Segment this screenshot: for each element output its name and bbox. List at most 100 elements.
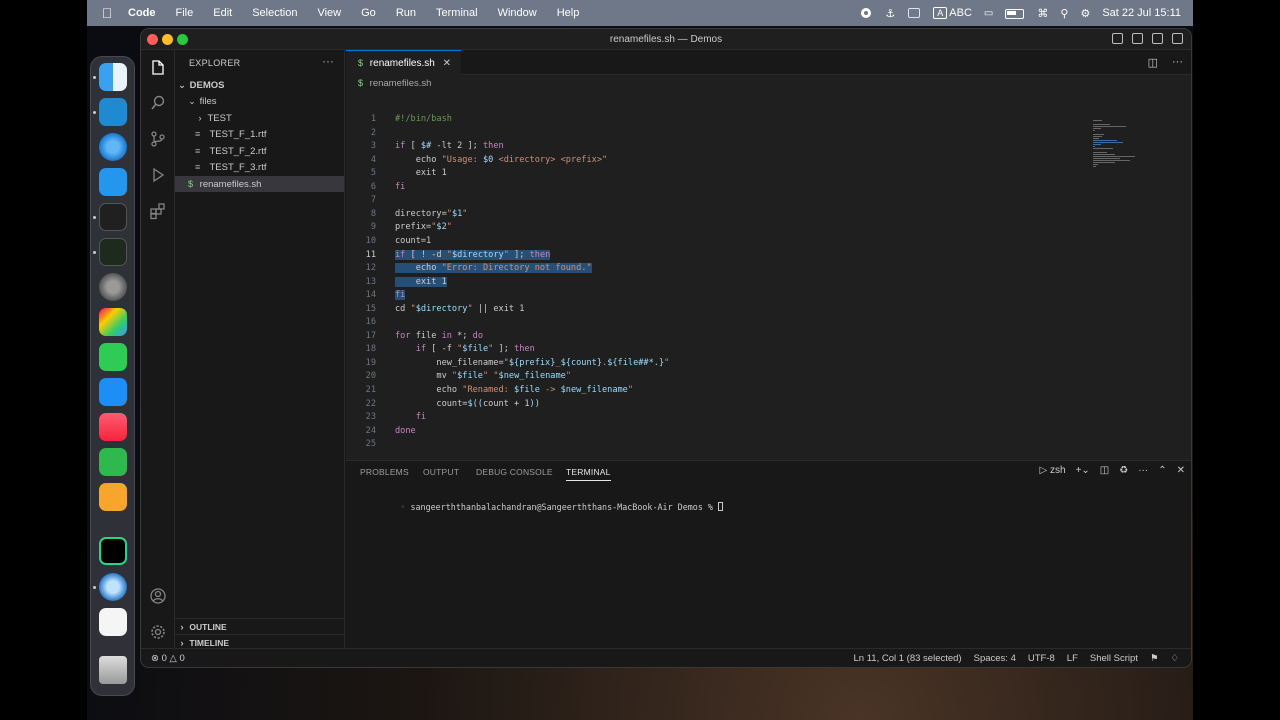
terminal-icon[interactable] — [99, 203, 127, 231]
toggle-panel-icon[interactable] — [1132, 33, 1143, 44]
activity-monitor-icon[interactable] — [99, 238, 127, 266]
code-line[interactable]: 14 fi — [346, 289, 1096, 303]
search-icon[interactable] — [149, 94, 167, 112]
spotlight-search-icon[interactable]: ⚲ — [1060, 7, 1068, 20]
tree-item-test-f-2[interactable]: ≡ TEST_F_2.rtf — [175, 143, 344, 159]
code-line[interactable]: 1 #!/bin/bash — [346, 113, 1096, 127]
keynote-icon[interactable] — [99, 378, 127, 406]
code-line[interactable]: 16 — [346, 316, 1096, 330]
more-actions-icon[interactable]: ··· — [1172, 56, 1183, 69]
toggle-secondary-sidebar-icon[interactable] — [1152, 33, 1163, 44]
code-line[interactable]: 25 — [346, 438, 1096, 452]
accounts-icon[interactable] — [149, 587, 167, 605]
split-terminal-icon[interactable]: ◫ — [1100, 465, 1109, 476]
finder-icon[interactable] — [99, 63, 127, 91]
numbers-icon[interactable] — [99, 448, 127, 476]
language-mode[interactable]: Shell Script — [1090, 649, 1138, 667]
close-window-button[interactable] — [147, 34, 158, 45]
menu-terminal[interactable]: Terminal — [436, 7, 478, 19]
source-control-icon[interactable] — [149, 130, 167, 148]
explorer-icon[interactable] — [149, 58, 167, 76]
customize-layout-icon[interactable] — [1172, 33, 1183, 44]
code-line[interactable]: 3 if [ $# -lt 2 ]; then — [346, 140, 1096, 154]
tree-item-test[interactable]: › TEST — [175, 110, 344, 126]
minimize-window-button[interactable] — [162, 34, 173, 45]
vscode-icon[interactable] — [99, 98, 127, 126]
tab-renamefiles[interactable]: $ renamefiles.sh ✕ — [346, 50, 461, 75]
menubar-clock[interactable]: Sat 22 Jul 15:11 — [1102, 7, 1181, 19]
apple-menu-icon[interactable]:  — [100, 5, 114, 21]
battery-icon[interactable] — [1005, 7, 1025, 19]
docker-status-icon[interactable]: ⚓ — [885, 7, 895, 20]
code-line[interactable]: 6 fi — [346, 181, 1096, 195]
pages-icon[interactable] — [99, 483, 127, 511]
zoom-window-button[interactable] — [177, 34, 188, 45]
code-line[interactable]: 19 new_filename="${prefix}_${count}.${fi… — [346, 357, 1096, 371]
code-line[interactable]: 7 — [346, 194, 1096, 208]
cursor-position[interactable]: Ln 11, Col 1 (83 selected) — [854, 649, 962, 667]
new-terminal-icon[interactable]: +⌄ — [1076, 465, 1090, 476]
tab-debug-console[interactable]: DEBUG CONSOLE — [476, 467, 553, 477]
input-source-indicator[interactable]: A ABC — [933, 7, 972, 19]
safari-icon[interactable] — [99, 133, 127, 161]
close-panel-icon[interactable]: ✕ — [1177, 465, 1185, 476]
manage-gear-icon[interactable] — [149, 623, 167, 641]
toggle-primary-sidebar-icon[interactable] — [1112, 33, 1123, 44]
textedit-icon[interactable] — [99, 608, 127, 636]
code-line[interactable]: 20 mv "$file" "$new_filename" — [346, 370, 1096, 384]
code-line[interactable]: 21 echo "Renamed: $file -> $new_filename… — [346, 384, 1096, 398]
code-line[interactable]: 23 fi — [346, 411, 1096, 425]
trash-icon[interactable] — [99, 656, 127, 684]
code-line[interactable]: 24 done — [346, 425, 1096, 439]
outline-section[interactable]: › OUTLINE — [175, 618, 344, 634]
music-icon[interactable] — [99, 413, 127, 441]
code-line[interactable]: 10 count=1 — [346, 235, 1096, 249]
tree-item-files[interactable]: ⌄ files — [175, 93, 344, 109]
code-line[interactable]: 18 if [ -f "$file" ]; then — [346, 343, 1096, 357]
run-and-debug-icon[interactable] — [149, 166, 167, 184]
preview-icon[interactable] — [99, 573, 127, 601]
code-line[interactable]: 9 prefix="$2" — [346, 221, 1096, 235]
encoding[interactable]: UTF-8 — [1028, 649, 1055, 667]
facetime-icon[interactable] — [99, 343, 127, 371]
tab-problems[interactable]: PROBLEMS — [360, 467, 409, 477]
maximize-panel-icon[interactable]: ⌃ — [1158, 465, 1166, 476]
code-line[interactable]: 11 if [ ! -d "$directory" ]; then — [346, 249, 1096, 263]
menu-window[interactable]: Window — [498, 7, 537, 19]
menu-selection[interactable]: Selection — [252, 7, 297, 19]
minimap[interactable] — [1093, 120, 1183, 180]
system-settings-icon[interactable] — [99, 273, 127, 301]
problems-status[interactable]: ⊗ 0 △ 0 — [151, 649, 185, 667]
screen-recording-icon[interactable] — [859, 7, 873, 19]
window-manager-icon[interactable] — [907, 7, 921, 19]
tree-item-test-f-3[interactable]: ≡ TEST_F_3.rtf — [175, 159, 344, 175]
tree-item-test-f-1[interactable]: ≡ TEST_F_1.rtf — [175, 126, 344, 142]
docker-icon[interactable] — [99, 168, 127, 196]
more-actions-icon[interactable]: ··· — [322, 54, 334, 68]
code-line[interactable]: 17 for file in *; do — [346, 330, 1096, 344]
control-center-icon[interactable]: ⚙ — [1080, 7, 1090, 20]
kill-terminal-icon[interactable]: ♻ — [1119, 465, 1128, 476]
tab-terminal[interactable]: TERMINAL — [566, 467, 611, 481]
split-editor-icon[interactable]: ◫ — [1148, 56, 1158, 69]
close-tab-icon[interactable]: ✕ — [443, 51, 451, 76]
menu-app-name[interactable]: Code — [128, 7, 156, 19]
menu-go[interactable]: Go — [361, 7, 376, 19]
feedback-icon[interactable]: ⚑ — [1150, 649, 1159, 667]
extensions-icon[interactable] — [149, 202, 167, 220]
code-line[interactable]: 13 exit 1 — [346, 276, 1096, 290]
breadcrumb[interactable]: $ renamefiles.sh — [358, 78, 431, 89]
indentation[interactable]: Spaces: 4 — [974, 649, 1016, 667]
menu-file[interactable]: File — [176, 7, 194, 19]
more-actions-icon[interactable]: ··· — [1138, 465, 1148, 476]
terminal-output[interactable]: ◦ sangeerththanbalachandran@Sangeerththa… — [360, 492, 724, 522]
end-of-line[interactable]: LF — [1067, 649, 1078, 667]
menu-help[interactable]: Help — [557, 7, 580, 19]
menu-view[interactable]: View — [317, 7, 341, 19]
code-line[interactable]: 22 count=$((count + 1)) — [346, 398, 1096, 412]
folder-root-demos[interactable]: ⌄ DEMOS — [175, 77, 344, 93]
wifi-icon[interactable]: ⌘ — [1037, 7, 1048, 20]
tree-item-renamefiles[interactable]: $ renamefiles.sh — [175, 176, 344, 192]
notifications-bell-icon[interactable]: ♢ — [1170, 649, 1179, 667]
code-line[interactable]: 15 cd "$directory" || exit 1 — [346, 303, 1096, 317]
